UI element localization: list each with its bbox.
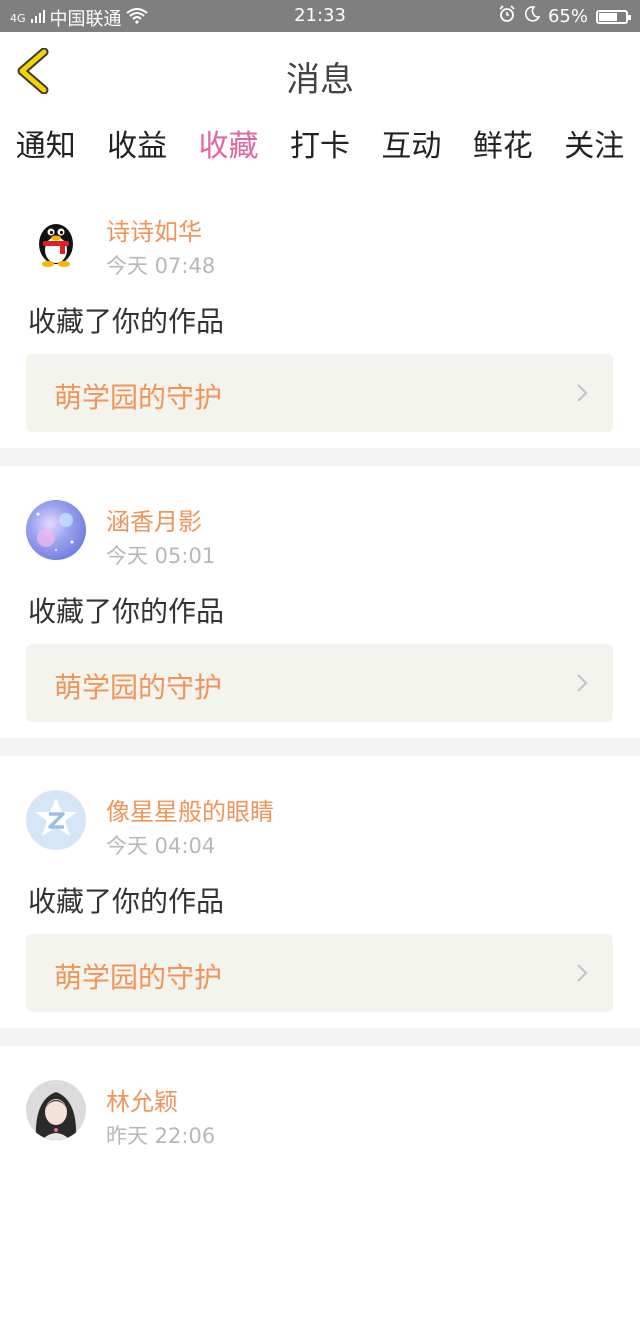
work-link[interactable]: 萌学园的守护 [26, 644, 613, 722]
chevron-right-icon [577, 964, 588, 982]
default-z-avatar[interactable] [26, 790, 86, 850]
message-item: 诗诗如华 今天 07:48 收藏了你的作品 萌学园的守护 [0, 176, 640, 448]
message-item: 像星星般的眼睛 今天 04:04 收藏了你的作品 萌学园的守护 [0, 756, 640, 1028]
tab-notice[interactable]: 通知 [14, 121, 78, 165]
message-time: 今天 04:04 [106, 834, 216, 858]
separator [0, 448, 640, 466]
work-link[interactable]: 萌学园的守护 [26, 934, 613, 1012]
tab-favorites[interactable]: 收藏 [197, 121, 261, 165]
work-link[interactable]: 萌学园的守护 [26, 354, 613, 432]
photo-avatar[interactable] [26, 1080, 86, 1140]
tab-follow[interactable]: 关注 [562, 121, 626, 165]
status-right: 65% [498, 5, 631, 28]
chevron-right-icon [577, 384, 588, 402]
moon-icon [524, 6, 541, 27]
battery-fill [599, 12, 618, 21]
sender-name[interactable]: 林允颖 [106, 1082, 178, 1117]
work-title: 萌学园的守护 [54, 671, 223, 704]
message-item: 林允颖 昨天 22:06 [0, 1046, 640, 1318]
tab-checkin[interactable]: 打卡 [288, 121, 352, 165]
separator [0, 738, 640, 756]
tab-earnings[interactable]: 收益 [105, 121, 169, 165]
message-time: 今天 05:01 [106, 544, 216, 568]
message-time: 昨天 22:06 [106, 1124, 216, 1148]
tab-flowers[interactable]: 鲜花 [471, 121, 535, 165]
sender-name[interactable]: 涵香月影 [106, 502, 202, 537]
message-list: 诗诗如华 今天 07:48 收藏了你的作品 萌学园的守护 涵香月影 今天 05:… [0, 176, 640, 1318]
battery-percent: 65% [547, 6, 588, 27]
message-time: 今天 07:48 [106, 254, 216, 278]
separator [0, 1028, 640, 1046]
sender-name[interactable]: 像星星般的眼睛 [106, 792, 274, 827]
status-bar: 4G 中国联通 21:33 65% [0, 0, 640, 32]
sender-name[interactable]: 诗诗如华 [106, 212, 202, 247]
message-item: 涵香月影 今天 05:01 收藏了你的作品 萌学园的守护 [0, 466, 640, 738]
tab-bar: 通知 收益 收藏 打卡 互动 鲜花 关注 [0, 110, 640, 176]
battery-icon [596, 9, 631, 24]
page-title: 消息 [286, 60, 354, 100]
message-text: 收藏了你的作品 [28, 595, 225, 628]
qq-penguin-icon[interactable] [26, 210, 86, 270]
galaxy-avatar[interactable] [26, 500, 86, 560]
tab-interaction[interactable]: 互动 [379, 121, 443, 165]
alarm-icon [498, 5, 516, 28]
chevron-right-icon [577, 674, 588, 692]
work-title: 萌学园的守护 [54, 961, 223, 994]
work-title: 萌学园的守护 [54, 381, 223, 414]
header: 消息 [0, 32, 640, 111]
message-text: 收藏了你的作品 [28, 885, 225, 918]
message-text: 收藏了你的作品 [28, 305, 225, 338]
